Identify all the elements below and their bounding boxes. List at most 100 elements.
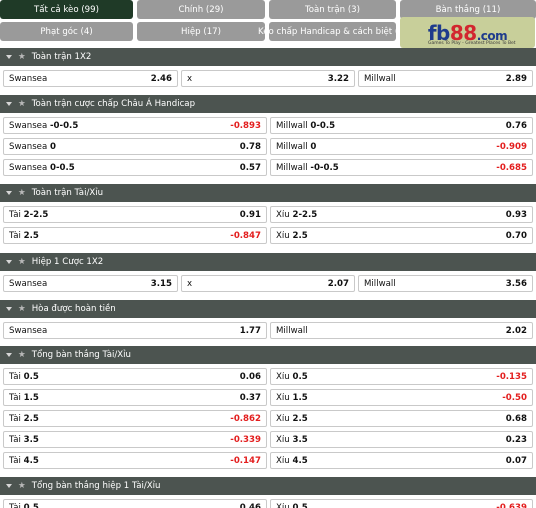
odds-value: 0.70 <box>505 230 527 241</box>
selection-name: Tài <box>9 230 21 241</box>
odds-cell[interactable]: Millwall 0-0.5 0.76 <box>270 117 533 134</box>
tab-handicap[interactable]: Kèo chấp Handicap & cách biệt (3) <box>258 22 407 41</box>
selection-label: Xỉu 1.5 <box>276 393 502 403</box>
odds-value: -0.50 <box>502 392 527 403</box>
collapse-arrow-icon[interactable] <box>6 484 12 488</box>
selection-name: Millwall <box>364 73 396 84</box>
favorite-star-icon[interactable]: ★ <box>18 304 26 314</box>
selection-label: Tài 0.5 <box>9 503 240 508</box>
odds-value: 2.02 <box>505 325 527 336</box>
odds-cell[interactable]: Millwall 0 -0.909 <box>270 138 533 155</box>
tab-main[interactable]: Chính (29) <box>137 0 265 19</box>
odds-cell[interactable]: Tài 2.5 -0.862 <box>3 410 267 427</box>
odds-cell[interactable]: x 3.22 <box>181 70 355 87</box>
selection-label: Swansea -0-0.5 <box>9 121 230 131</box>
odds-cell[interactable]: Xỉu 3.5 0.23 <box>270 431 533 448</box>
logo-wordmark: fb88.com <box>427 20 508 45</box>
odds-value: 0.46 <box>239 502 261 508</box>
selection-name: Tài <box>9 455 21 466</box>
odds-cell[interactable]: Xỉu 1.5 -0.50 <box>270 389 533 406</box>
market-header[interactable]: ★ Hòa được hoàn tiền <box>0 300 536 318</box>
selection-label: Tài 2.5 <box>9 414 230 424</box>
odds-cell[interactable]: Millwall 3.56 <box>358 275 533 292</box>
tab-half[interactable]: Hiệp (17) <box>137 22 265 41</box>
favorite-star-icon[interactable]: ★ <box>18 188 26 198</box>
odds-cell[interactable]: Tài 2.5 -0.847 <box>3 227 267 244</box>
odds-cell[interactable]: Swansea 3.15 <box>3 275 178 292</box>
odds-cell[interactable]: Tài 1.5 0.37 <box>3 389 267 406</box>
selection-name: Tài <box>9 209 21 220</box>
selection-label: x <box>187 74 328 84</box>
market-title: Hiệp 1 Cược 1X2 <box>31 257 104 267</box>
odds-cell[interactable]: Tài 0.5 0.46 <box>3 499 267 508</box>
handicap-line: 0-0.5 <box>310 120 336 131</box>
selection-name: Tài <box>9 502 21 508</box>
odds-cell[interactable]: Xỉu 0.5 -0.639 <box>270 499 533 508</box>
odds-cell[interactable]: Tài 3.5 -0.339 <box>3 431 267 448</box>
selection-label: Xỉu 0.5 <box>276 503 496 508</box>
selection-name: Swansea <box>9 141 48 152</box>
odds-cell[interactable]: Tài 4.5 -0.147 <box>3 452 267 469</box>
odds-cell[interactable]: Swansea -0-0.5 -0.893 <box>3 117 267 134</box>
odds-cell[interactable]: Swansea 1.77 <box>3 322 267 339</box>
market-header[interactable]: ★ Hiệp 1 Cược 1X2 <box>0 253 536 271</box>
handicap-line: -0-0.5 <box>49 120 79 131</box>
selection-name: Tài <box>9 434 21 445</box>
favorite-star-icon[interactable]: ★ <box>18 52 26 62</box>
selection-name: x <box>187 278 193 289</box>
odds-cell[interactable]: x 2.07 <box>181 275 355 292</box>
handicap-line: 0 <box>49 141 56 152</box>
selection-label: Tài 3.5 <box>9 435 230 445</box>
selection-name: x <box>187 73 193 84</box>
tab-full-time[interactable]: Toàn trận (3) <box>269 0 396 19</box>
tab-all-markets[interactable]: Tất cả kèo (99) <box>0 0 133 19</box>
odds-cell[interactable]: Xỉu 2.5 0.70 <box>270 227 533 244</box>
selection-name: Xỉu <box>276 434 290 445</box>
market-title: Hòa được hoàn tiền <box>31 304 116 314</box>
odds-cell[interactable]: Millwall 2.02 <box>270 322 533 339</box>
market-header[interactable]: ★ Toàn trận Tài/Xỉu <box>0 184 536 202</box>
odds-cell[interactable]: Millwall 2.89 <box>358 70 533 87</box>
odds-cell[interactable]: Millwall -0-0.5 -0.685 <box>270 159 533 176</box>
collapse-arrow-icon[interactable] <box>6 353 12 357</box>
handicap-line: 1.5 <box>23 392 39 403</box>
selection-name: Xỉu <box>276 455 290 466</box>
selection-label: Tài 0.5 <box>9 372 240 382</box>
odds-cell[interactable]: Tài 2-2.5 0.91 <box>3 206 267 223</box>
odds-cell[interactable]: Swansea 0-0.5 0.57 <box>3 159 267 176</box>
odds-cell[interactable]: Swansea 2.46 <box>3 70 178 87</box>
collapse-arrow-icon[interactable] <box>6 191 12 195</box>
favorite-star-icon[interactable]: ★ <box>18 257 26 267</box>
selection-label: Swansea 0 <box>9 142 240 152</box>
market-header[interactable]: ★ Tổng bàn thắng Tài/Xỉu <box>0 346 536 364</box>
market-header[interactable]: ★ Toàn trận cược chấp Châu Á Handicap <box>0 95 536 113</box>
selection-name: Xỉu <box>276 413 290 424</box>
odds-cell[interactable]: Xỉu 2-2.5 0.93 <box>270 206 533 223</box>
handicap-line: 4.5 <box>23 455 39 466</box>
market-title: Toàn trận 1X2 <box>31 52 92 62</box>
odds-cell[interactable]: Tài 0.5 0.06 <box>3 368 267 385</box>
odds-value: -0.639 <box>496 502 527 508</box>
collapse-arrow-icon[interactable] <box>6 260 12 264</box>
odds-cell[interactable]: Xỉu 0.5 -0.135 <box>270 368 533 385</box>
handicap-line: 0.5 <box>292 502 308 508</box>
favorite-star-icon[interactable]: ★ <box>18 99 26 109</box>
handicap-line: 3.5 <box>23 434 39 445</box>
tab-corners[interactable]: Phạt góc (4) <box>0 22 133 41</box>
odds-cell[interactable]: Xỉu 4.5 0.07 <box>270 452 533 469</box>
handicap-line: 2.5 <box>292 413 308 424</box>
odds-cell[interactable]: Xỉu 2.5 0.68 <box>270 410 533 427</box>
collapse-arrow-icon[interactable] <box>6 55 12 59</box>
favorite-star-icon[interactable]: ★ <box>18 350 26 360</box>
fb88-logo[interactable]: fb88.com Games To Play - Greatest Places… <box>400 17 535 48</box>
odds-value: -0.685 <box>496 162 527 173</box>
favorite-star-icon[interactable]: ★ <box>18 481 26 491</box>
odds-value: 0.91 <box>239 209 261 220</box>
selection-label: Xỉu 4.5 <box>276 456 506 466</box>
selection-label: Xỉu 2.5 <box>276 231 506 241</box>
collapse-arrow-icon[interactable] <box>6 102 12 106</box>
market-header[interactable]: ★ Toàn trận 1X2 <box>0 48 536 66</box>
odds-cell[interactable]: Swansea 0 0.78 <box>3 138 267 155</box>
collapse-arrow-icon[interactable] <box>6 307 12 311</box>
market-header[interactable]: ★ Tổng bàn thắng hiệp 1 Tài/Xỉu <box>0 477 536 495</box>
